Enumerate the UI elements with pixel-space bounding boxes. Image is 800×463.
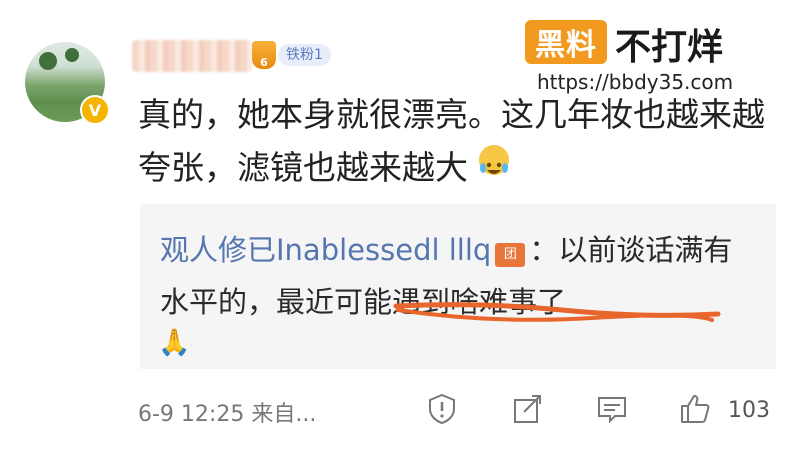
fan-badge[interactable]: 6 铁粉1 (252, 40, 331, 70)
watermark-tagline: 不打烊 (615, 27, 724, 68)
comment-icon[interactable] (595, 392, 629, 426)
comment-body: 真的，她本身就很漂亮。这几年妆也越来越夸张，滤镜也越来越大 (138, 88, 768, 194)
watermark-badge: 黑料 (525, 20, 607, 64)
comment-text: 真的，她本身就很漂亮。这几年妆也越来越夸张，滤镜也越来越大 (138, 95, 765, 187)
fan-badge-label: 铁粉1 (278, 44, 331, 66)
author-tag-icon: 团 (495, 243, 526, 267)
avatar-tree-decor (65, 48, 79, 62)
reply-quote-box[interactable]: 观人修已Inablessedl lllq 团：以前谈话满有水平的，最近可能遇到啥难… (140, 204, 776, 369)
fan-level-number: 6 (260, 56, 268, 69)
pray-emoji: 🙏 (158, 328, 191, 358)
avatar-tree-decor (39, 52, 57, 70)
report-icon[interactable] (425, 392, 459, 426)
laugh-cry-emoji-icon (478, 145, 509, 175)
like-count: 103 (728, 398, 770, 423)
watermark: 黑料 不打烊 https://bbdy35.com (525, 14, 785, 94)
timestamp-text: 6-9 12:25 (138, 402, 245, 427)
verified-badge-icon: V (80, 95, 110, 125)
comment-footer: 6-9 12:25 来自... 103 (138, 392, 788, 432)
share-icon[interactable] (510, 392, 544, 426)
fan-level-icon: 6 (252, 41, 276, 69)
hand-drawn-underline (393, 302, 721, 322)
username-blurred[interactable] (132, 40, 252, 72)
comment-timestamp: 6-9 12:25 来自... (138, 396, 368, 428)
reply-author-link[interactable]: 观人修已Inablessedl lllq (160, 233, 491, 267)
source-text: 来自... (251, 402, 317, 427)
like-icon[interactable] (678, 392, 712, 426)
